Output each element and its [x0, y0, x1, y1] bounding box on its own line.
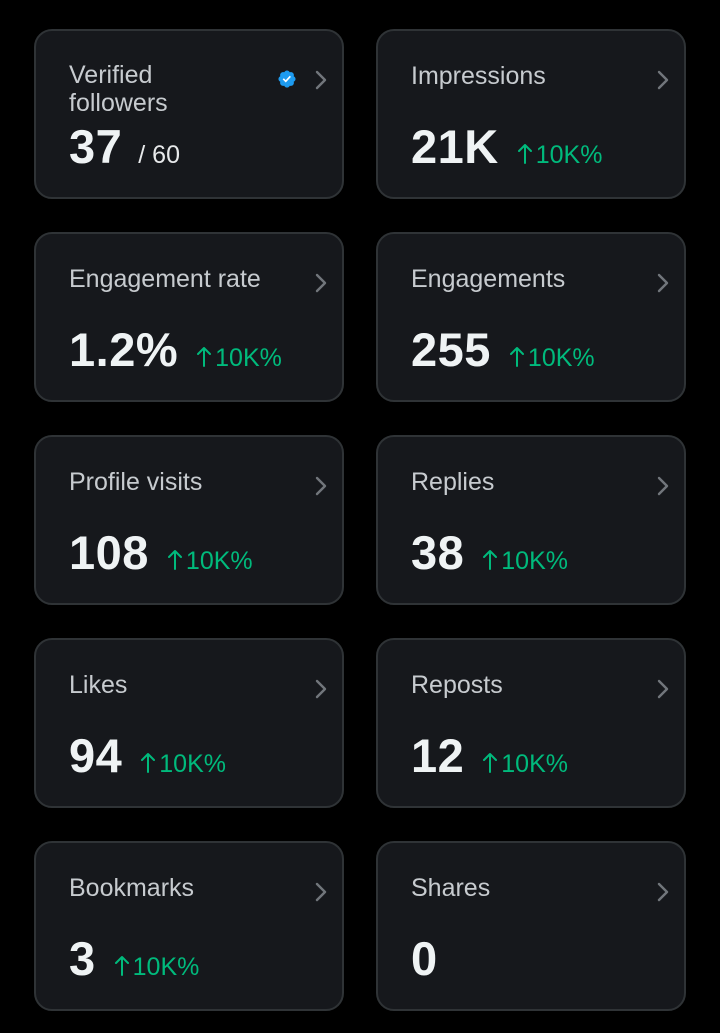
metric-value: 38 — [411, 526, 465, 579]
change-value: 10K% — [132, 953, 200, 981]
change-value: 10K% — [185, 547, 253, 575]
chevron-right-icon[interactable] — [656, 272, 670, 294]
chevron-right-icon[interactable] — [314, 678, 328, 700]
arrow-up-icon — [509, 347, 524, 367]
value-row: 37 / 60 — [69, 119, 180, 175]
value-row: 3 10K% — [69, 931, 199, 987]
arrow-up-icon — [141, 753, 156, 773]
chevron-right-icon[interactable] — [656, 475, 670, 497]
card-title: Engagement rate — [69, 265, 261, 293]
change-value: 10K% — [501, 750, 568, 778]
metric-value: 1.2% — [69, 323, 179, 376]
arrow-up-icon — [483, 753, 498, 773]
value-row: 21K 10K% — [411, 119, 602, 175]
chevron-right-icon[interactable] — [314, 272, 328, 294]
card-engagement-rate[interactable]: Engagement rate 1.2% 10K% — [34, 232, 344, 402]
value-row: 255 10K% — [411, 322, 595, 378]
metric-value: 94 — [69, 729, 123, 782]
arrow-up-icon — [114, 956, 129, 976]
card-impressions[interactable]: Impressions 21K 10K% — [376, 29, 686, 199]
card-shares[interactable]: Shares 0 — [376, 841, 686, 1011]
metric-value: 21K — [411, 120, 499, 173]
value-row: 38 10K% — [411, 525, 568, 581]
arrow-up-icon — [517, 144, 532, 164]
card-title: Shares — [411, 874, 491, 902]
chevron-right-icon[interactable] — [656, 69, 670, 91]
card-likes[interactable]: Likes 94 10K% — [34, 638, 344, 808]
metric-value: 3 — [69, 932, 96, 985]
arrow-up-icon — [483, 550, 498, 570]
metric-value: 108 — [69, 526, 149, 579]
change-indicator: 10K% — [482, 750, 568, 779]
change-value: 10K% — [215, 344, 282, 372]
metric-value: 12 — [411, 729, 465, 782]
value-row: 1.2% 10K% — [69, 322, 282, 378]
change-value: 10K% — [159, 750, 226, 778]
card-profile-visits[interactable]: Profile visits 108 10K% — [34, 435, 344, 605]
card-title: Reposts — [411, 671, 503, 699]
metric-value: 37 — [69, 120, 123, 173]
metric-value: 255 — [411, 323, 491, 376]
card-bookmarks[interactable]: Bookmarks 3 10K% — [34, 841, 344, 1011]
change-value: 10K% — [535, 141, 603, 169]
card-title: Profile visits — [69, 468, 203, 496]
card-title: Verified followers — [69, 61, 168, 117]
chevron-right-icon[interactable] — [314, 69, 328, 91]
card-engagements[interactable]: Engagements 255 10K% — [376, 232, 686, 402]
card-reposts[interactable]: Reposts 12 10K% — [376, 638, 686, 808]
value-row: 108 10K% — [69, 525, 253, 581]
change-indicator: 10K% — [482, 547, 568, 576]
card-title: Engagements — [411, 265, 566, 293]
chevron-right-icon[interactable] — [314, 881, 328, 903]
change-indicator: 10K% — [517, 141, 603, 170]
chevron-right-icon[interactable] — [656, 678, 670, 700]
change-indicator: 10K% — [167, 547, 253, 576]
card-title: Impressions — [411, 62, 546, 90]
change-value: 10K% — [501, 547, 568, 575]
chevron-right-icon[interactable] — [314, 475, 328, 497]
card-replies[interactable]: Replies 38 10K% — [376, 435, 686, 605]
change-indicator: 10K% — [114, 953, 200, 982]
card-title: Likes — [69, 671, 128, 699]
value-row: 0 — [411, 931, 438, 987]
change-value: 10K% — [527, 344, 595, 372]
change-indicator: 10K% — [140, 750, 226, 779]
value-row: 94 10K% — [69, 728, 226, 784]
arrow-up-icon — [197, 347, 212, 367]
value-row: 12 10K% — [411, 728, 568, 784]
verified-badge-icon — [278, 70, 296, 88]
arrow-up-icon — [167, 550, 182, 570]
change-indicator: 10K% — [196, 344, 282, 373]
metric-total: / 60 — [138, 141, 180, 169]
card-title: Replies — [411, 468, 495, 496]
metric-value: 0 — [411, 932, 438, 985]
card-verified-followers[interactable]: Verified followers 37 / 60 — [34, 29, 344, 199]
metrics-grid: Verified followers 37 / 60 Impressions 2… — [34, 29, 686, 1011]
chevron-right-icon[interactable] — [656, 881, 670, 903]
change-indicator: 10K% — [509, 344, 595, 373]
card-title: Bookmarks — [69, 874, 195, 902]
